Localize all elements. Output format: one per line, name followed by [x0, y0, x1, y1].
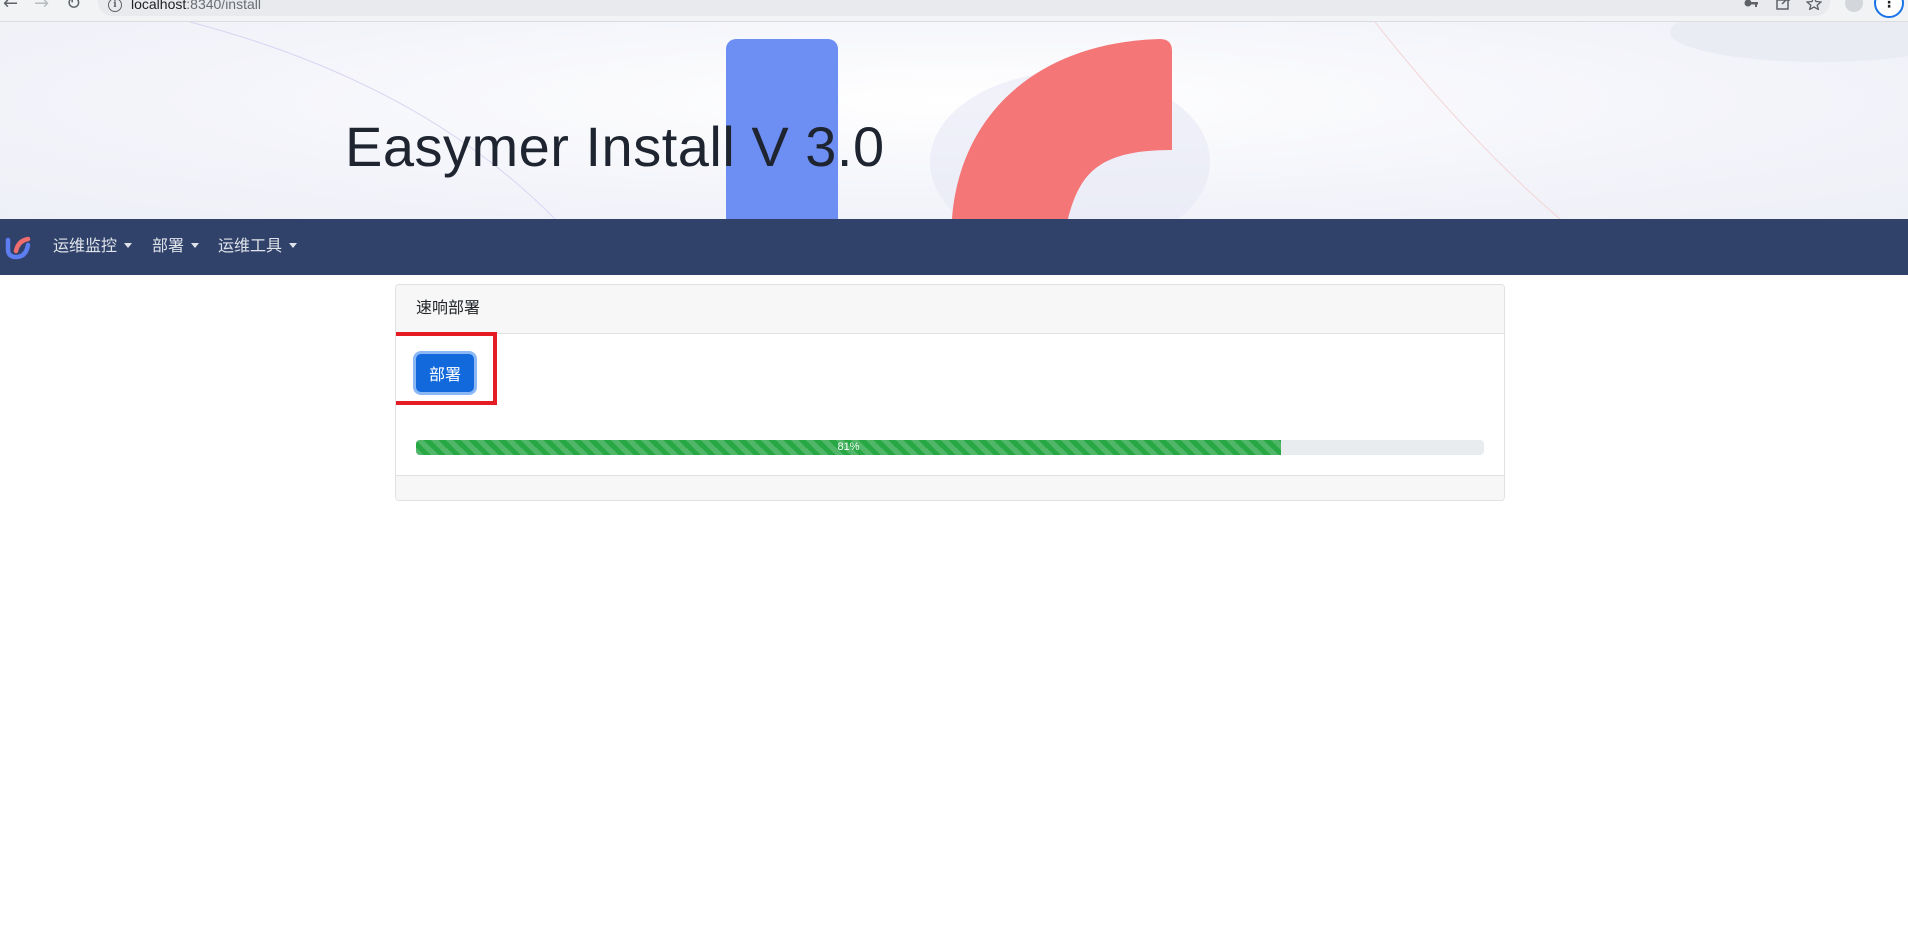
- forward-icon[interactable]: →: [34, 0, 49, 14]
- url-path: :8340/install: [186, 0, 261, 12]
- reload-icon[interactable]: ↻: [66, 0, 81, 14]
- nav-item-label: 运维工具: [218, 238, 283, 255]
- key-icon[interactable]: [1743, 0, 1759, 14]
- nav-item-label: 部署: [152, 238, 185, 255]
- caret-down-icon: [124, 243, 133, 248]
- card-title: 速响部署: [416, 300, 481, 317]
- address-bar[interactable]: [98, 0, 1830, 16]
- nav-item-label: 运维监控: [53, 238, 118, 255]
- url-text[interactable]: localhost:8340/install: [131, 0, 261, 13]
- card-footer: [396, 475, 1504, 500]
- top-navbar: 运维监控 部署 运维工具: [0, 219, 1908, 275]
- caret-down-icon: [191, 243, 200, 248]
- deploy-button[interactable]: 部署: [416, 354, 474, 392]
- progress-bar: 81%: [416, 440, 1282, 455]
- hero-banner: Easymer Install V 3.0: [0, 22, 1908, 219]
- url-host: localhost: [131, 0, 187, 12]
- nav-item-ops-monitoring[interactable]: 运维监控: [53, 236, 133, 258]
- caret-down-icon: [289, 243, 298, 248]
- nav-item-ops-tools[interactable]: 运维工具: [218, 236, 298, 258]
- decor-arc-right: [1374, 22, 1561, 219]
- decor-blob: [1670, 22, 1908, 62]
- profile-icon[interactable]: [1845, 0, 1863, 12]
- menu-icon[interactable]: ⋮: [1874, 0, 1904, 18]
- nav-item-deploy[interactable]: 部署: [152, 236, 200, 258]
- share-icon[interactable]: [1775, 0, 1791, 14]
- banner-art: [189, 22, 1908, 219]
- star-icon[interactable]: [1805, 0, 1823, 14]
- brand-logo-icon[interactable]: [4, 233, 32, 261]
- browser-toolbar: ← → ↻ i localhost:8340/install ⋮: [0, 0, 1908, 22]
- card-header: 速响部署: [396, 285, 1504, 334]
- banner-title: Easymer Install V 3.0: [345, 115, 885, 178]
- deploy-card: 速响部署 部署 81%: [395, 284, 1505, 501]
- back-icon[interactable]: ←: [3, 0, 18, 14]
- progress-track: 81%: [416, 440, 1484, 455]
